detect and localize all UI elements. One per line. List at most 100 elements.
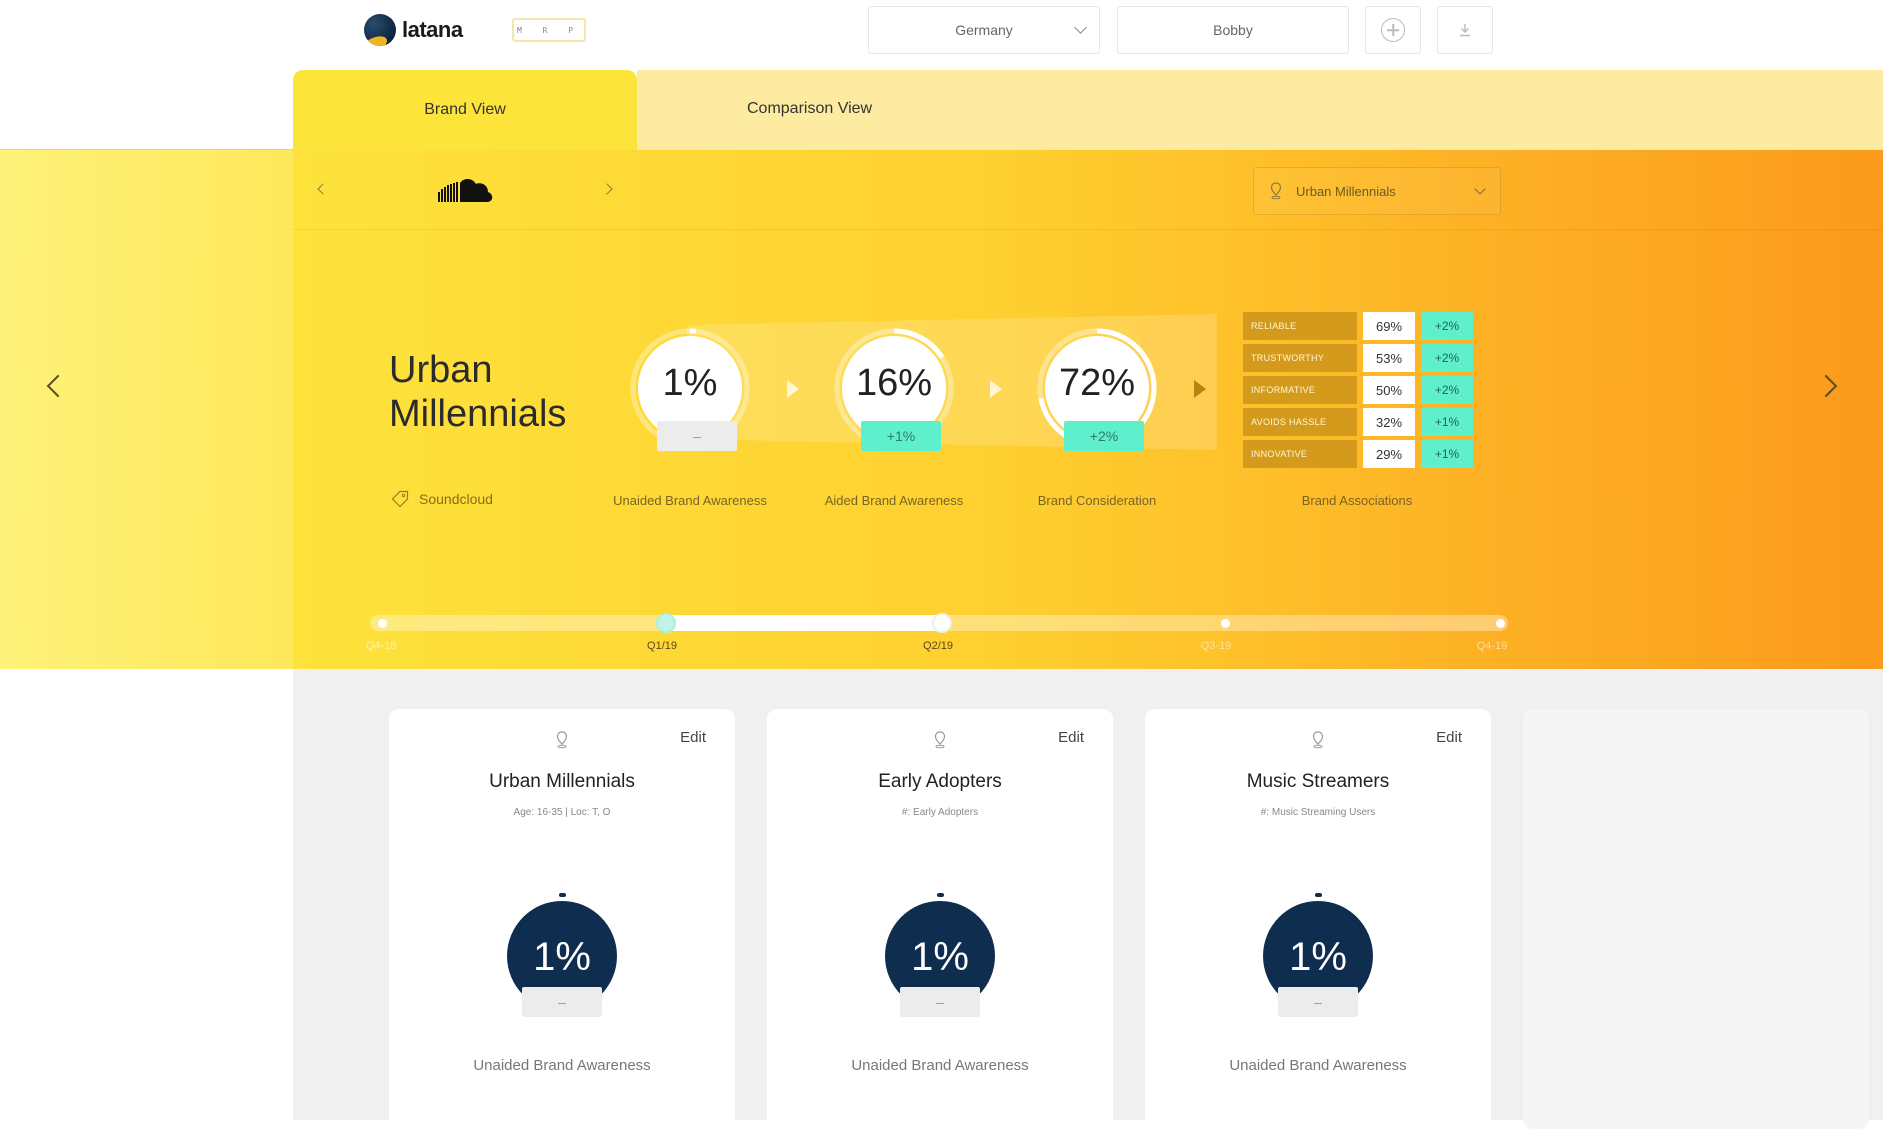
brand-next-chevron-icon[interactable] [601, 183, 613, 195]
brand-tag: Soundcloud [391, 490, 493, 508]
logo-text: latana [402, 17, 463, 42]
latana-logo[interactable]: latana [364, 14, 463, 46]
period-timeline[interactable] [370, 613, 1508, 633]
association-row[interactable]: AVOIDS HASSLE 32% +1% [1243, 408, 1473, 436]
gauge-marker [559, 893, 566, 897]
association-label: INFORMATIVE [1243, 376, 1357, 404]
brand-hero: Urban Millennials Urban Millennials Soun… [293, 150, 1883, 669]
association-value: 50% [1363, 376, 1415, 404]
tab-brand-view[interactable]: Brand View [293, 70, 637, 150]
timeline-label: Q4-18 [365, 640, 397, 652]
gauge-marker [1315, 893, 1322, 897]
association-row[interactable]: INFORMATIVE 50% +2% [1243, 376, 1473, 404]
timeline-label: Q1/19 [647, 640, 677, 652]
tab-label: Brand View [424, 101, 506, 118]
timeline-handle-start[interactable] [656, 613, 676, 633]
hero-left-panel [0, 150, 293, 669]
download-button[interactable] [1437, 6, 1493, 54]
chevron-left-icon[interactable] [46, 374, 70, 398]
segment-select-value: Urban Millennials [1296, 183, 1396, 199]
segment-card[interactable]: Edit Music Streamers #: Music Streaming … [1145, 709, 1491, 1129]
gauge-value: 1% [1289, 935, 1347, 979]
card-subtitle: #: Early Adopters [901, 807, 979, 818]
metric-unaided-awareness[interactable]: 1% – [630, 328, 750, 451]
edit-button[interactable]: Edit [1436, 729, 1462, 746]
segment-title: Urban Millennials [389, 349, 567, 435]
association-delta: +2% [1421, 344, 1473, 372]
association-delta: +2% [1421, 312, 1473, 340]
metric-value: 16% [855, 362, 933, 404]
tag-icon [391, 490, 409, 508]
edit-button[interactable]: Edit [1058, 729, 1084, 746]
timeline-handle-end[interactable] [932, 613, 952, 633]
timeline-label: Q3-19 [1200, 640, 1232, 652]
gauge-label: Unaided Brand Awareness [851, 1057, 1029, 1074]
card-title: Early Adopters [878, 771, 1002, 792]
metric-label: Unaided Brand Awareness [613, 493, 767, 508]
logo-mark-icon [364, 14, 396, 46]
timeline-point[interactable] [1221, 619, 1230, 628]
timeline-point[interactable] [378, 619, 387, 628]
location-pin-icon [556, 731, 568, 749]
timeline-label: Q2/19 [923, 640, 953, 652]
timeline-selected-range [659, 615, 936, 631]
brand-prev-chevron-icon[interactable] [317, 183, 329, 195]
add-segment-card-placeholder[interactable] [1523, 709, 1869, 1129]
gauge-value: 1% [533, 935, 591, 979]
association-row[interactable]: RELIABLE 69% +2% [1243, 312, 1473, 340]
metric-value: 72% [1058, 362, 1136, 404]
plus-circle-icon [1381, 18, 1405, 42]
funnel-arrow-icon [787, 380, 799, 398]
association-row[interactable]: TRUSTWORTHY 53% +2% [1243, 344, 1473, 372]
chevron-right-icon[interactable] [1814, 374, 1838, 398]
gauge-value: 1% [911, 935, 969, 979]
brand-associations-table: RELIABLE 69% +2% TRUSTWORTHY 53% +2% INF… [1243, 312, 1473, 472]
metric-delta: – [657, 421, 737, 451]
card-title: Music Streamers [1246, 771, 1390, 792]
gauge-delta: – [1278, 987, 1358, 1017]
card-subtitle: #: Music Streaming Users [1260, 807, 1376, 818]
location-pin-icon [1312, 731, 1324, 749]
card-subtitle: Age: 16-35 | Loc: T, O [513, 807, 611, 818]
association-value: 69% [1363, 312, 1415, 340]
associations-label: Brand Associations [1301, 493, 1413, 508]
gauge-delta: – [900, 987, 980, 1017]
segment-cards-area: Edit Urban Millennials Age: 16-35 | Loc:… [293, 669, 1883, 1129]
edit-button[interactable]: Edit [680, 729, 706, 746]
timeline-label: Q4-19 [1476, 640, 1508, 652]
funnel-arrow-icon [990, 380, 1002, 398]
association-label: RELIABLE [1243, 312, 1357, 340]
brand-tag-label: Soundcloud [419, 491, 493, 507]
add-button[interactable] [1365, 6, 1421, 54]
chevron-down-icon [1074, 21, 1087, 34]
segment-card[interactable]: Edit Urban Millennials Age: 16-35 | Loc:… [389, 709, 735, 1129]
association-row[interactable]: INNOVATIVE 29% +1% [1243, 440, 1473, 468]
association-delta: +1% [1421, 440, 1473, 468]
user-field[interactable]: Bobby [1117, 6, 1349, 54]
country-select-value: Germany [955, 22, 1013, 38]
association-label: AVOIDS HASSLE [1243, 408, 1357, 436]
metric-aided-awareness[interactable]: 16% +1% [834, 328, 954, 451]
user-name: Bobby [1213, 22, 1253, 38]
association-value: 32% [1363, 408, 1415, 436]
tab-label: Comparison View [747, 100, 873, 117]
mrp-badge: M R P [512, 18, 586, 42]
location-pin-icon [934, 731, 946, 749]
country-select[interactable]: Germany [868, 6, 1100, 54]
segment-card[interactable]: Edit Early Adopters #: Early Adopters 1%… [767, 709, 1113, 1129]
metric-delta: +2% [1064, 421, 1144, 451]
top-bar: latana M R P Germany Bobby [0, 0, 1883, 70]
gauge-label: Unaided Brand Awareness [1229, 1057, 1407, 1074]
segment-select[interactable]: Urban Millennials [1253, 167, 1501, 215]
location-pin-icon [1270, 182, 1282, 200]
brand-selector-bar: Urban Millennials [293, 150, 1883, 230]
tab-comparison-view[interactable]: Comparison View [637, 70, 1883, 150]
card-title: Urban Millennials [489, 771, 635, 792]
timeline-point[interactable] [1496, 619, 1505, 628]
metric-brand-consideration[interactable]: 72% +2% [1037, 328, 1157, 451]
association-delta: +1% [1421, 408, 1473, 436]
association-value: 53% [1363, 344, 1415, 372]
metric-label: Aided Brand Awareness [824, 493, 964, 508]
download-icon [1460, 24, 1470, 37]
association-value: 29% [1363, 440, 1415, 468]
